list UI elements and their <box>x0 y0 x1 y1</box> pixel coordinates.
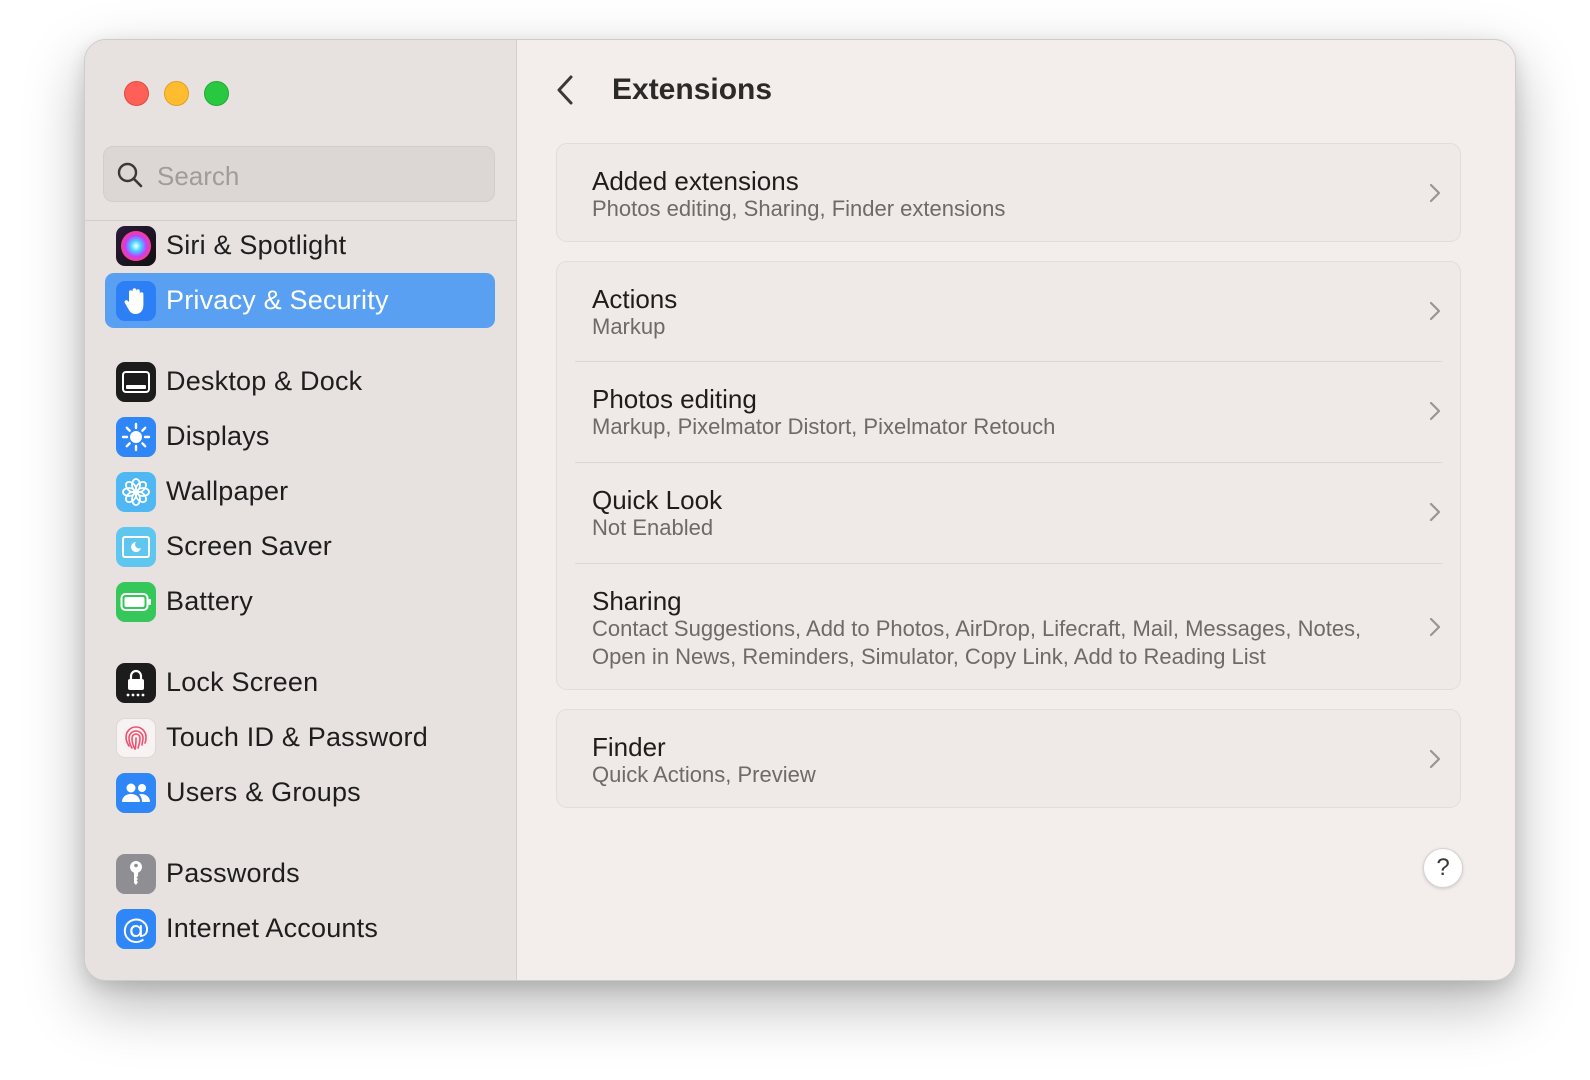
sidebar-item-passwords[interactable]: Passwords <box>105 846 495 901</box>
row-subtitle: Contact Suggestions, Add to Photos, AirD… <box>592 616 1362 641</box>
sidebar-item-label: Screen Saver <box>166 531 332 561</box>
sidebar-item-label: Battery <box>166 586 253 616</box>
sidebar-item-displays[interactable]: Displays <box>105 409 495 464</box>
minimize-button[interactable] <box>164 81 189 106</box>
chevron-right-icon <box>1429 617 1441 637</box>
row-subtitle: Photos editing, Sharing, Finder extensio… <box>592 196 1006 221</box>
sidebar-item-privacy-security[interactable]: Privacy & Security <box>105 273 495 328</box>
chevron-right-icon <box>1429 401 1441 421</box>
row-quick-look[interactable]: Quick Look Not Enabled <box>557 463 1460 563</box>
sidebar-item-users-groups[interactable]: Users & Groups <box>105 765 495 820</box>
chevron-right-icon <box>1429 183 1441 203</box>
search-input[interactable]: Search <box>157 161 239 192</box>
search-field[interactable]: Search <box>103 146 495 202</box>
row-title: Sharing <box>592 586 682 616</box>
row-finder[interactable]: Finder Quick Actions, Preview <box>557 710 1460 809</box>
sidebar-item-label: Desktop & Dock <box>166 366 363 396</box>
sidebar-item-touch-id-password[interactable]: Touch ID & Password <box>105 710 495 765</box>
row-title: Actions <box>592 284 678 314</box>
row-subtitle: Quick Actions, Preview <box>592 762 816 787</box>
dock-icon <box>116 361 156 402</box>
users-icon <box>116 772 156 813</box>
sidebar-item-siri-spotlight[interactable]: Siri & Spotlight <box>105 218 495 273</box>
close-button[interactable] <box>124 81 149 106</box>
battery-icon <box>116 581 156 622</box>
window-controls <box>124 81 229 106</box>
main-content: Extensions Added extensions Photos editi… <box>517 40 1515 980</box>
hand-icon <box>116 280 156 321</box>
screen-saver-icon <box>116 526 156 567</box>
flower-icon <box>116 471 156 512</box>
sidebar-item-label: Touch ID & Password <box>166 722 428 752</box>
chevron-right-icon <box>1429 749 1441 769</box>
search-icon <box>117 162 143 188</box>
row-sharing[interactable]: Sharing Contact Suggestions, Add to Phot… <box>557 564 1460 691</box>
sidebar-item-label: Lock Screen <box>166 667 319 697</box>
added-extensions-card: Added extensions Photos editing, Sharing… <box>556 143 1461 242</box>
sidebar-item-label: Internet Accounts <box>166 913 379 943</box>
back-button[interactable] <box>553 73 579 112</box>
page-title: Extensions <box>612 73 773 106</box>
sun-icon <box>116 416 156 457</box>
row-title: Added extensions <box>592 166 799 196</box>
sidebar-item-label: Siri & Spotlight <box>166 230 347 260</box>
at-icon: @ <box>116 908 156 949</box>
row-title: Photos editing <box>592 384 757 414</box>
chevron-left-icon <box>557 75 573 105</box>
sidebar-item-wallpaper[interactable]: Wallpaper <box>105 464 495 519</box>
sidebar-item-label: Wallpaper <box>166 476 289 506</box>
row-title: Quick Look <box>592 485 723 515</box>
sidebar: Search Siri & Spotlight Privacy & Securi… <box>85 40 517 980</box>
row-photos-editing[interactable]: Photos editing Markup, Pixelmator Distor… <box>557 362 1460 462</box>
sidebar-item-label: Privacy & Security <box>166 285 389 315</box>
row-subtitle: Markup <box>592 314 666 339</box>
chevron-right-icon <box>1429 301 1441 321</box>
row-added-extensions[interactable]: Added extensions Photos editing, Sharing… <box>557 144 1460 243</box>
sidebar-item-label: Passwords <box>166 858 300 888</box>
zoom-button[interactable] <box>204 81 229 106</box>
row-subtitle: Markup, Pixelmator Distort, Pixelmator R… <box>592 414 1056 439</box>
sidebar-item-internet-accounts[interactable]: @ Internet Accounts <box>105 901 495 956</box>
sidebar-item-battery[interactable]: Battery <box>105 574 495 629</box>
sidebar-item-label: Displays <box>166 421 270 451</box>
finder-card: Finder Quick Actions, Preview <box>556 709 1461 808</box>
help-button[interactable]: ? <box>1423 848 1463 888</box>
row-subtitle: Not Enabled <box>592 515 714 540</box>
settings-window: Search Siri & Spotlight Privacy & Securi… <box>84 39 1516 981</box>
sidebar-item-screen-saver[interactable]: Screen Saver <box>105 519 495 574</box>
siri-icon <box>116 225 156 266</box>
sidebar-item-label: Users & Groups <box>166 777 361 807</box>
row-title: Finder <box>592 732 666 762</box>
extension-types-card: Actions Markup Photos editing Markup, Pi… <box>556 261 1461 690</box>
sidebar-item-lock-screen[interactable]: Lock Screen <box>105 655 495 710</box>
row-actions[interactable]: Actions Markup <box>557 262 1460 361</box>
sidebar-item-desktop-dock[interactable]: Desktop & Dock <box>105 354 495 409</box>
key-icon <box>116 853 156 894</box>
row-subtitle: Open in News, Reminders, Simulator, Copy… <box>592 644 1266 669</box>
chevron-right-icon <box>1429 502 1441 522</box>
fingerprint-icon <box>116 717 156 758</box>
lock-icon <box>116 662 156 703</box>
